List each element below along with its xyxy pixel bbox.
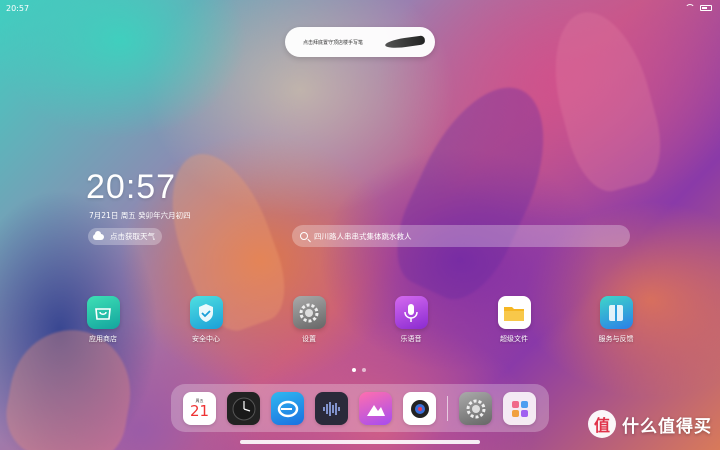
watermark-logo: 值	[588, 410, 616, 438]
service-feedback-app[interactable]: 服务与反馈	[586, 296, 646, 344]
page-dot[interactable]	[362, 368, 366, 372]
super-file-app[interactable]: 超级文件	[484, 296, 544, 344]
settings-gear-icon	[292, 296, 326, 329]
stylus-pen-icon	[384, 34, 426, 50]
weather-widget-label: 点击获取天气	[110, 232, 155, 241]
settings-gear-icon[interactable]	[459, 392, 492, 425]
wallpaper-petal	[538, 1, 672, 199]
app-label: 安全中心	[192, 335, 220, 343]
app-store-icon	[86, 296, 120, 329]
app-label: 设置	[302, 335, 316, 343]
weather-widget-button[interactable]: 点击获取天气	[88, 228, 162, 245]
service-feedback-icon	[599, 296, 633, 329]
security-center-app[interactable]: 安全中心	[176, 296, 236, 344]
calendar-day: 21	[189, 402, 210, 420]
settings-app[interactable]: 设置	[279, 296, 339, 344]
app-folder-icon[interactable]	[503, 392, 536, 425]
watermark: 值 什么值得买	[588, 410, 712, 438]
browser-icon[interactable]	[271, 392, 304, 425]
voice-recorder-icon[interactable]	[315, 392, 348, 425]
dock: 周五 21	[171, 384, 549, 432]
microphone-icon	[394, 296, 428, 329]
gallery-icon[interactable]	[359, 392, 392, 425]
stylus-pairing-banner[interactable]: 点击拜底置守顶店楼手写笔	[285, 27, 435, 57]
dock-divider	[447, 396, 448, 421]
app-store-app[interactable]: 应用商店	[73, 296, 133, 344]
home-indicator[interactable]	[240, 440, 480, 444]
page-indicator	[352, 368, 366, 372]
app-label: 应用商店	[89, 335, 117, 343]
stylus-banner-text: 点击拜底置守顶店楼手写笔	[303, 39, 364, 46]
security-shield-icon	[189, 296, 223, 329]
page-dot[interactable]	[352, 368, 356, 372]
battery-icon	[700, 4, 712, 11]
wallpaper-petal	[378, 67, 572, 313]
app-label: 服务与反馈	[598, 335, 634, 343]
clock-icon[interactable]	[227, 392, 260, 425]
search-placeholder: 四川路人串串式集体跳水救人	[314, 231, 412, 241]
wifi-icon	[685, 4, 695, 11]
folder-icon	[497, 296, 531, 329]
app-label: 超级文件	[500, 335, 528, 343]
clock-widget-time[interactable]: 20:57	[86, 168, 176, 207]
app-label: 乐语音	[400, 335, 422, 343]
cloud-icon	[93, 230, 104, 240]
clock-widget-date: 7月21日 周五 癸卯年六月初四	[89, 211, 191, 220]
voice-assistant-app[interactable]: 乐语音	[381, 296, 441, 344]
status-bar-icons	[685, 4, 712, 11]
watermark-text: 什么值得买	[622, 416, 712, 437]
status-bar-time: 20:57	[6, 4, 30, 13]
calendar-icon[interactable]: 周五 21	[183, 392, 216, 425]
search-icon	[300, 232, 308, 240]
search-bar[interactable]: 四川路人串串式集体跳水救人	[292, 225, 630, 247]
camera-icon[interactable]	[403, 392, 436, 425]
